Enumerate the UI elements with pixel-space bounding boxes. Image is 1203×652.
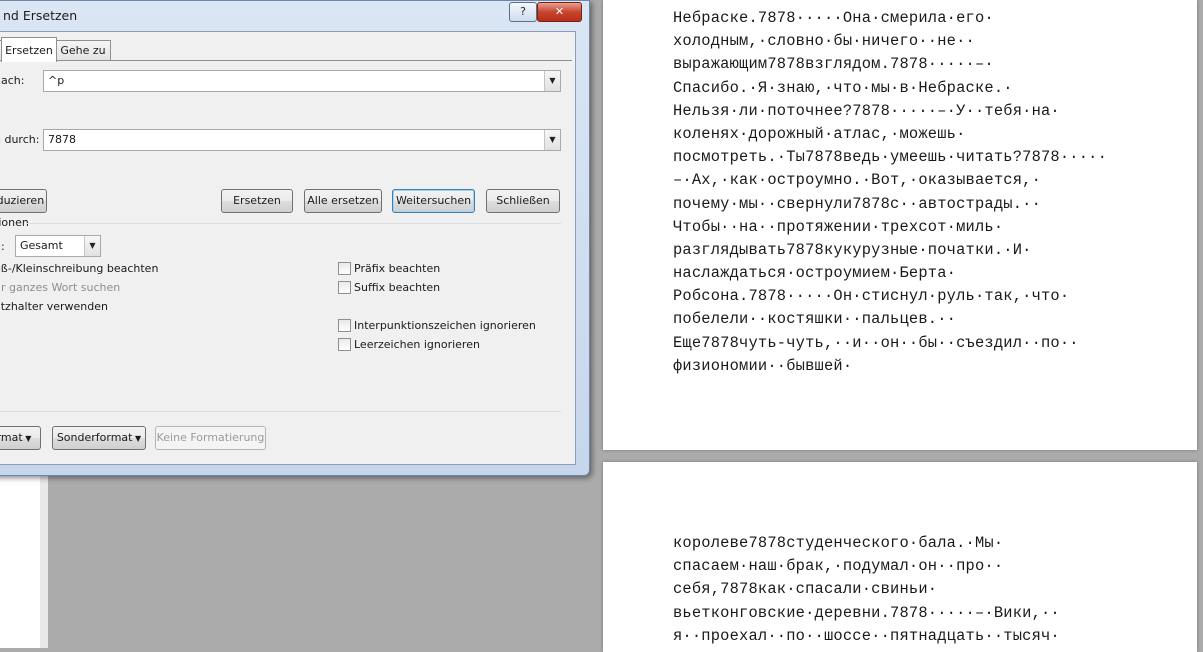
doc-line: Небраске.7878·····Она·смерила·его· — [673, 9, 994, 27]
doc-line: выражающим7878взглядом.7878·····–· — [673, 55, 994, 74]
doc-line-spelling-flag: вьетконговские·деревни.7878·····–·Вики,·… — [673, 603, 1060, 622]
doc-line: Чтобы··на··протяжении·трехсот·миль· — [673, 217, 1004, 236]
whitespace-label: Leerzeichen ignorieren — [354, 338, 480, 351]
doc-line: посмотреть.·Ты7878ведь·умеешь·читать?787… — [673, 148, 1108, 167]
doc-line: Робсона.7878·····Он·стиснул·руль·так,·чт… — [673, 287, 1070, 306]
dialog-titlebar[interactable]: nd Ersetzen ? ✕ — [0, 1, 589, 31]
help-button[interactable]: ? — [509, 2, 537, 22]
replace-value: 7878 — [48, 133, 76, 146]
find-input[interactable]: ^p ▼ — [43, 70, 561, 92]
reduce-button[interactable]: eduzieren — [0, 189, 47, 213]
find-next-button[interactable]: Weitersuchen — [392, 189, 475, 213]
punctuation-checkbox[interactable] — [338, 319, 351, 332]
tab-gehe-zu[interactable]: Gehe zu — [55, 40, 111, 61]
doc-line: Еще7878чуть-чуть,··и··он··бы··съездил··п… — [673, 333, 1079, 352]
document-page-1[interactable]: Небраске.7878·····Она·смерила·его· холод… — [603, 0, 1197, 450]
bottom-divider — [0, 411, 561, 412]
search-label: n: — [0, 240, 5, 253]
option-match-case[interactable]: oß-/Kleinschreibung beachten — [0, 262, 158, 275]
doc-line: побелели··костяшки··пальцев.·· — [673, 310, 957, 329]
close-icon[interactable]: ✕ — [537, 2, 582, 22]
tab-ersetzen[interactable]: Ersetzen — [1, 37, 57, 62]
find-replace-dialog[interactable]: nd Ersetzen ? ✕ Ersetzen Gehe zu nach: ^… — [0, 0, 590, 476]
no-formatting-button: Keine Formatierung — [155, 426, 266, 450]
chevron-down-icon: ▼ — [22, 434, 32, 443]
whitespace-checkbox[interactable] — [338, 338, 351, 351]
page-2-text[interactable]: королеве7878студенческого·бала.·Мы· спас… — [673, 532, 1060, 648]
doc-line: себя,7878как·спасали·свиньи· — [673, 580, 938, 599]
document-page-2[interactable]: королеве7878студенческого·бала.·Мы· спас… — [603, 462, 1197, 652]
document-left-gutter — [40, 470, 48, 648]
doc-line-grammar-flag: Нельзя·ли·поточнее?7878·····–·У··тебя·на… — [673, 101, 1060, 120]
document-left-margin — [0, 470, 41, 648]
chevron-down-icon: ▼ — [132, 434, 142, 443]
search-direction-value: Gesamt — [20, 239, 63, 252]
options-divider — [27, 223, 561, 224]
search-direction-select[interactable]: Gesamt ▼ — [15, 235, 101, 257]
format-button[interactable]: rmat ▼ — [0, 426, 41, 450]
doc-line: королеве7878студенческого·бала.·Мы· — [673, 534, 1004, 552]
doc-line: Спасибо.·Я·знаю,·что·мы·в·Небраске.· — [673, 78, 1013, 97]
special-format-button[interactable]: Sonderformat ▼ — [52, 426, 146, 450]
chevron-down-icon[interactable]: ▼ — [544, 130, 560, 150]
doc-line: холодным,·словно·бы·ничего··не·· — [673, 32, 975, 51]
doc-line: разглядывать7878кукурузные·початки.·И· — [673, 240, 1032, 259]
option-wildcards[interactable]: atzhalter verwenden — [0, 300, 108, 313]
doc-line: я··проехал··по··шоссе··пятнадцать··тысяч… — [673, 626, 1060, 645]
find-value: ^p — [48, 74, 65, 87]
tab-panel-border — [0, 60, 572, 61]
option-whole-word: ur ganzes Wort suchen — [0, 281, 121, 294]
doc-line: почему·мы··свернули7878с··автострады.·· — [673, 194, 1041, 213]
format-label: rmat — [0, 431, 23, 444]
doc-line: коленях·дорожный·атлас,·можешь· — [673, 124, 966, 143]
replace-input[interactable]: 7878 ▼ — [43, 129, 561, 151]
doc-line: спасаем·наш·брак,·подумал·он··про·· — [673, 557, 1004, 576]
find-label: nach: — [0, 74, 25, 87]
prefix-checkbox[interactable] — [338, 262, 351, 275]
chevron-down-icon[interactable]: ▼ — [84, 236, 100, 256]
replace-button[interactable]: Ersetzen — [221, 189, 293, 213]
suffix-label: Suffix beachten — [354, 281, 441, 294]
punctuation-label: Interpunktionszeichen ignorieren — [354, 319, 536, 332]
dialog-title: nd Ersetzen — [3, 8, 78, 23]
prefix-label: Präfix beachten — [354, 262, 441, 275]
close-button[interactable]: Schließen — [486, 189, 560, 213]
doc-line: –·Ах,·как·остроумно.·Вот,·оказывается,· — [673, 171, 1041, 190]
replace-all-button[interactable]: Alle ersetzen — [304, 189, 382, 213]
replace-label: n durch: — [0, 133, 40, 146]
chevron-down-icon[interactable]: ▼ — [544, 71, 560, 91]
doc-line: наслаждаться·остроумием·Берта· — [673, 264, 957, 283]
doc-line: физиономии··бывшей· — [673, 356, 853, 375]
dialog-client: Ersetzen Gehe zu nach: ^p ▼ n durch: 787… — [0, 31, 576, 465]
page-1-text[interactable]: Небраске.7878·····Она·смерила·его· холод… — [673, 7, 1107, 378]
special-format-label: Sonderformat — [56, 431, 133, 444]
suffix-checkbox[interactable] — [338, 281, 351, 294]
options-header: tionen — [0, 216, 29, 229]
